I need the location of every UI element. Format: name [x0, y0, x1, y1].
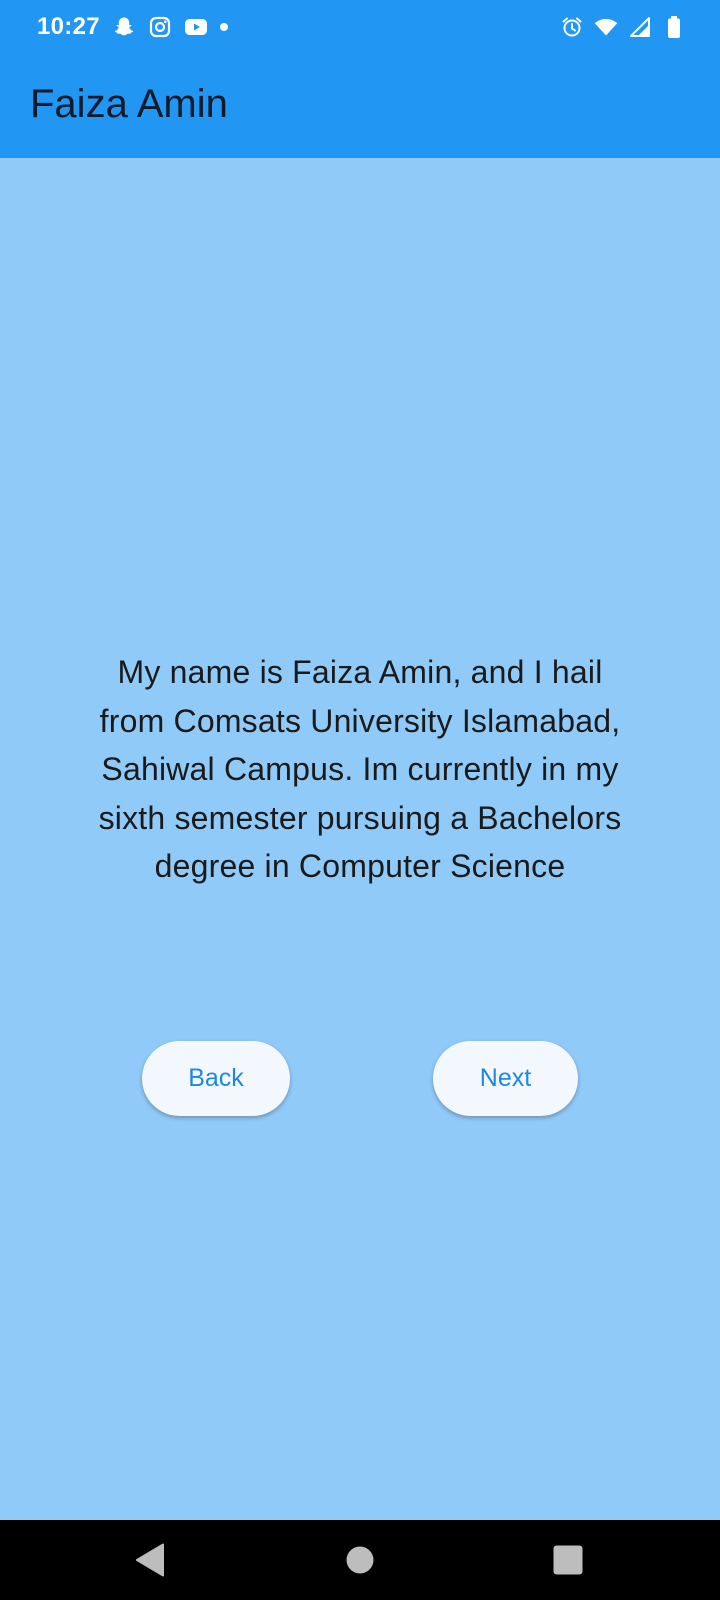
next-button[interactable]: Next [433, 1041, 578, 1116]
status-bar: 10:27 [0, 0, 720, 54]
back-triangle-icon[interactable] [132, 1540, 172, 1580]
snapchat-icon [112, 15, 136, 39]
notification-icons [112, 13, 228, 41]
battery-icon [662, 15, 686, 39]
cell-signal-icon [628, 15, 652, 39]
instagram-icon [148, 15, 172, 39]
notification-dot-icon [220, 23, 228, 31]
status-time: 10:27 [37, 13, 100, 40]
app-title: Faiza Amin [30, 82, 228, 126]
top-bar: 10:27 Faiza Amin [0, 0, 720, 158]
recents-square-icon[interactable] [548, 1540, 588, 1580]
wifi-icon [594, 15, 618, 39]
back-button[interactable]: Back [142, 1041, 290, 1116]
system-icons [560, 13, 686, 41]
navigation-bar [0, 1520, 720, 1600]
youtube-icon [184, 15, 208, 39]
alarm-icon [560, 15, 584, 39]
intro-text: My name is Faiza Amin, and I hail from C… [98, 654, 622, 884]
home-circle-icon[interactable] [340, 1540, 380, 1580]
